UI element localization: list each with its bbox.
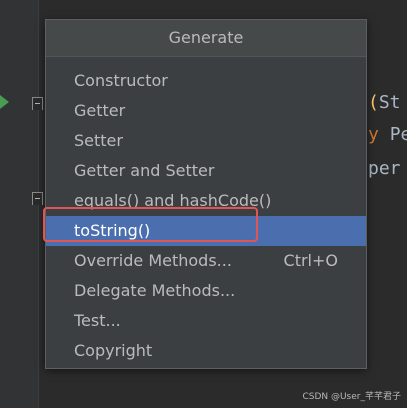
watermark: CSDN @User_芊芊君子 (302, 392, 401, 402)
generate-popup: Generate Constructor Getter Setter Getter a… (45, 19, 367, 369)
menu-item-getter[interactable]: Getter (46, 96, 366, 126)
code-text: St (378, 92, 401, 113)
menu-item-label: Delegate Methods... (74, 281, 236, 300)
code-line-2[interactable]: y Pe (368, 124, 407, 145)
code-keyword: y (368, 124, 379, 145)
ide-editor-screen: (St y Pe per Generate Constructor Getter S… (0, 0, 407, 408)
menu-item-label: equals() and hashCode() (74, 191, 272, 210)
menu-item-test[interactable]: Test... (46, 306, 366, 336)
code-text: Pe (389, 124, 407, 145)
menu-item-setter[interactable]: Setter (46, 126, 366, 156)
run-gutter-icon[interactable] (0, 95, 9, 109)
menu-item-getter-and-setter[interactable]: Getter and Setter (46, 156, 366, 186)
menu-item-label: Setter (74, 131, 123, 150)
menu-item-label: Getter (74, 101, 126, 120)
menu-item-override-methods[interactable]: Override Methods... Ctrl+O (46, 246, 366, 276)
menu-item-label: toString() (74, 221, 151, 240)
code-line-3[interactable]: per (368, 158, 401, 179)
code-paren: ( (368, 92, 379, 113)
generate-menu: Constructor Getter Setter Getter and Setter… (46, 57, 366, 366)
menu-item-equals-and-hashcode[interactable]: equals() and hashCode() (46, 186, 366, 216)
code-line-1[interactable]: (St (368, 92, 401, 113)
menu-item-label: Override Methods... (74, 251, 232, 270)
code-text: per (368, 158, 401, 179)
fold-marker-icon[interactable] (32, 192, 43, 205)
menu-item-delegate-methods[interactable]: Delegate Methods... (46, 276, 366, 306)
menu-item-shortcut: Ctrl+O (283, 251, 338, 270)
popup-title: Generate (46, 20, 366, 57)
menu-item-label: Getter and Setter (74, 161, 215, 180)
menu-item-constructor[interactable]: Constructor (46, 66, 366, 96)
menu-item-copyright[interactable]: Copyright (46, 336, 366, 366)
menu-item-tostring[interactable]: toString() (46, 216, 366, 246)
menu-item-label: Test... (74, 311, 121, 330)
fold-marker-icon[interactable] (32, 97, 43, 110)
menu-item-label: Copyright (74, 341, 153, 360)
menu-item-label: Constructor (74, 71, 168, 90)
